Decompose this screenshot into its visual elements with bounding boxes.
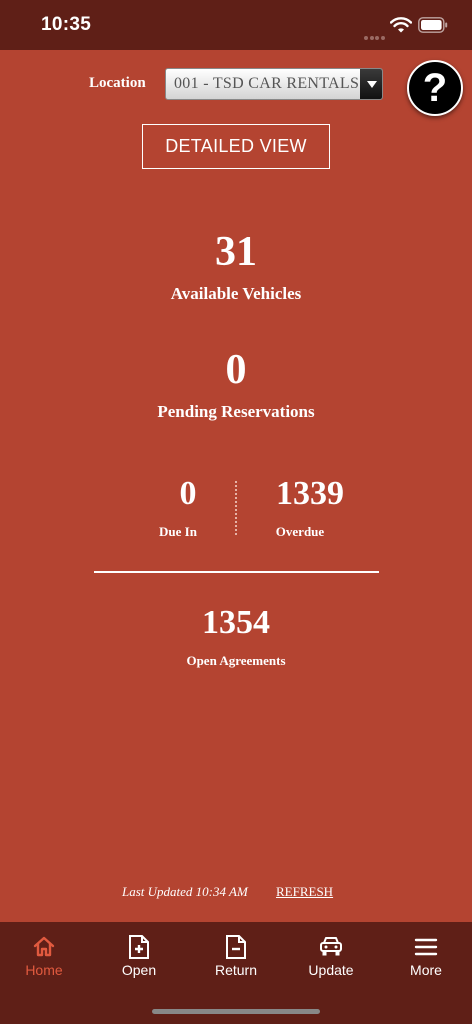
open-agreements-label: Open Agreements [186, 653, 286, 668]
location-select[interactable]: 001 - TSD CAR RENTALS [165, 68, 383, 100]
tab-return-label: Return [214, 962, 258, 978]
section-divider [94, 571, 379, 573]
dropdown-arrow-icon[interactable] [360, 69, 382, 99]
available-vehicles-count: 31 [215, 229, 257, 275]
help-button[interactable]: ? [407, 60, 463, 116]
stat-divider [235, 481, 237, 535]
status-time: 10:35 [41, 14, 92, 35]
overdue-label: Overdue [275, 524, 325, 539]
open-agreements-count: 1354 [202, 604, 270, 641]
tab-open-label: Open [121, 962, 157, 978]
wifi-icon [390, 17, 412, 33]
refresh-link[interactable]: REFRESH [276, 884, 333, 900]
due-in-label: Due In [159, 524, 197, 539]
tab-update[interactable]: Update [284, 922, 378, 992]
pending-reservations-label: Pending Reservations [157, 402, 315, 421]
car-icon [320, 937, 342, 956]
home-icon [33, 936, 55, 957]
tab-home-label: Home [25, 962, 63, 978]
tab-return[interactable]: Return [189, 922, 283, 992]
cellular-signal-icon [364, 27, 386, 40]
battery-icon [418, 17, 448, 33]
document-minus-icon [226, 935, 246, 959]
due-in-count: 0 [179, 475, 197, 512]
tab-update-label: Update [308, 962, 354, 978]
location-select-value: 001 - TSD CAR RENTALS [174, 75, 360, 92]
home-indicator [152, 1009, 320, 1014]
overdue-count: 1339 [276, 475, 344, 512]
location-label: Location [89, 75, 146, 91]
menu-icon [414, 938, 438, 956]
tab-home[interactable]: Home [0, 922, 91, 992]
last-updated-text: Last Updated 10:34 AM [122, 884, 248, 899]
tab-more-label: More [410, 962, 442, 978]
status-bar: 10:35 [0, 0, 472, 50]
tab-open[interactable]: Open [92, 922, 186, 992]
pending-reservations-count: 0 [225, 347, 247, 393]
detailed-view-button[interactable]: DETAILED VIEW [142, 124, 330, 169]
tab-more[interactable]: More [379, 922, 472, 992]
document-plus-icon [129, 935, 149, 959]
available-vehicles-label: Available Vehicles [170, 284, 302, 303]
